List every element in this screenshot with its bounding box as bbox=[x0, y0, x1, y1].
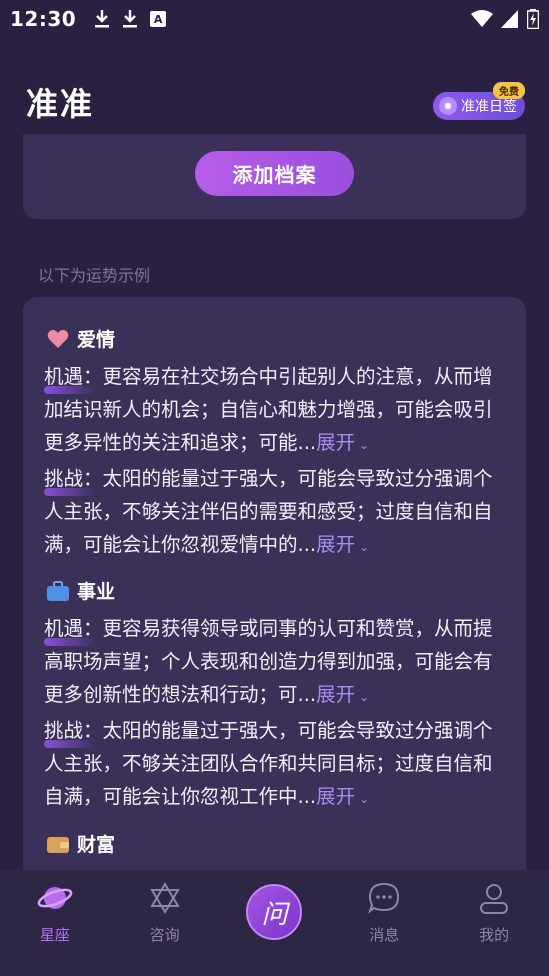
career-challenge: 挑战：太阳的能量过于强大，可能会导致过分强调个人主张，不够关注团队合作和共同目标… bbox=[44, 714, 504, 816]
para-label: 挑战： bbox=[44, 719, 103, 742]
wallet-icon bbox=[47, 833, 69, 855]
signal-icon bbox=[501, 10, 518, 28]
section-title: 财富 bbox=[77, 834, 116, 856]
nav-item-ask[interactable]: 问 bbox=[234, 880, 314, 976]
para-text: 太阳的能量过于强大，可能会导致过分强调个人主张，不够关注伴侣的需要和感受；过度自… bbox=[44, 467, 493, 556]
chevron-down-icon: ⌄ bbox=[359, 792, 370, 806]
expand-link[interactable]: 展开 ⌄ bbox=[316, 533, 369, 556]
chevron-down-icon: ⌄ bbox=[359, 438, 370, 452]
app-header: 准准 ✸ 准准日签 免费 bbox=[0, 70, 549, 134]
download-icon bbox=[95, 10, 110, 28]
section-title: 爱情 bbox=[77, 329, 116, 351]
nav-label: 我的 bbox=[479, 926, 510, 944]
wifi-icon bbox=[471, 10, 493, 27]
fortune-example-card: 爱情 机遇：更容易在社交场合中引起别人的注意，从而增加结识新人的机会；自信心和魅… bbox=[23, 297, 526, 897]
section-title: 事业 bbox=[77, 581, 116, 603]
planet-icon bbox=[37, 880, 73, 916]
download-icon bbox=[123, 10, 138, 28]
status-bar: 12:30 A bbox=[0, 0, 549, 38]
nav-label: 消息 bbox=[369, 926, 400, 944]
nav-item-messages[interactable]: 消息 bbox=[344, 880, 424, 976]
expand-label: 展开 bbox=[316, 431, 356, 454]
briefcase-icon bbox=[47, 580, 69, 602]
free-badge: 免费 bbox=[493, 82, 525, 99]
career-opportunity: 机遇：更容易获得领导或同事的认可和赞赏，从而提高职场声望；个人表现和创造力得到加… bbox=[44, 612, 504, 714]
para-text: 更容易获得领导或同事的认可和赞赏，从而提高职场声望；个人表现和创造力得到加强，可… bbox=[44, 617, 493, 706]
chat-bubble-icon bbox=[366, 880, 402, 916]
page-title: 准准 bbox=[26, 85, 95, 123]
sparkle-icon: ✸ bbox=[439, 97, 457, 115]
add-profile-button[interactable]: 添加档案 bbox=[195, 151, 354, 196]
expand-label: 展开 bbox=[316, 683, 356, 706]
hexagram-icon bbox=[147, 880, 183, 916]
section-love-header: 爱情 bbox=[47, 325, 115, 352]
chevron-down-icon: ⌄ bbox=[359, 540, 370, 554]
para-label: 机遇： bbox=[44, 617, 103, 640]
nav-label: 咨询 bbox=[149, 926, 180, 944]
para-label: 机遇： bbox=[44, 365, 103, 388]
expand-label: 展开 bbox=[316, 533, 356, 556]
para-label: 挑战： bbox=[44, 467, 103, 490]
battery-icon bbox=[527, 9, 539, 29]
chevron-down-icon: ⌄ bbox=[359, 690, 370, 704]
status-time: 12:30 bbox=[10, 7, 77, 31]
notification-icons: A bbox=[94, 9, 167, 29]
user-icon bbox=[476, 880, 512, 916]
love-challenge: 挑战：太阳的能量过于强大，可能会导致过分强调个人主张，不够关注伴侣的需要和感受；… bbox=[44, 462, 504, 564]
daily-sign-label: 准准日签 bbox=[461, 99, 517, 115]
expand-label: 展开 bbox=[316, 785, 356, 808]
nav-item-consult[interactable]: 咨询 bbox=[125, 880, 205, 976]
expand-link[interactable]: 展开 ⌄ bbox=[316, 785, 369, 808]
love-opportunity: 机遇：更容易在社交场合中引起别人的注意，从而增加结识新人的机会；自信心和魅力增强… bbox=[44, 360, 504, 462]
ask-button[interactable]: 问 bbox=[246, 884, 303, 940]
section-wealth-header: 财富 bbox=[47, 830, 115, 857]
para-text: 太阳的能量过于强大，可能会导致过分强调个人主张，不够关注团队合作和共同目标；过度… bbox=[44, 719, 493, 808]
example-note: 以下为运势示例 bbox=[38, 266, 151, 285]
nav-item-profile[interactable]: 我的 bbox=[454, 880, 534, 976]
expand-link[interactable]: 展开 ⌄ bbox=[316, 431, 369, 454]
section-career-header: 事业 bbox=[47, 577, 115, 604]
nav-label: 星座 bbox=[39, 926, 70, 944]
nav-item-horoscope[interactable]: 星座 bbox=[15, 880, 95, 976]
app-a-icon: A bbox=[150, 11, 167, 27]
bottom-navigation: 星座 咨询 问 消息 我的 bbox=[0, 870, 549, 976]
para-text: 更容易在社交场合中引起别人的注意，从而增加结识新人的机会；自信心和魅力增强，可能… bbox=[44, 365, 493, 454]
heart-icon bbox=[47, 328, 69, 350]
add-profile-card: 添加档案 bbox=[23, 134, 526, 219]
expand-link[interactable]: 展开 ⌄ bbox=[316, 683, 369, 706]
